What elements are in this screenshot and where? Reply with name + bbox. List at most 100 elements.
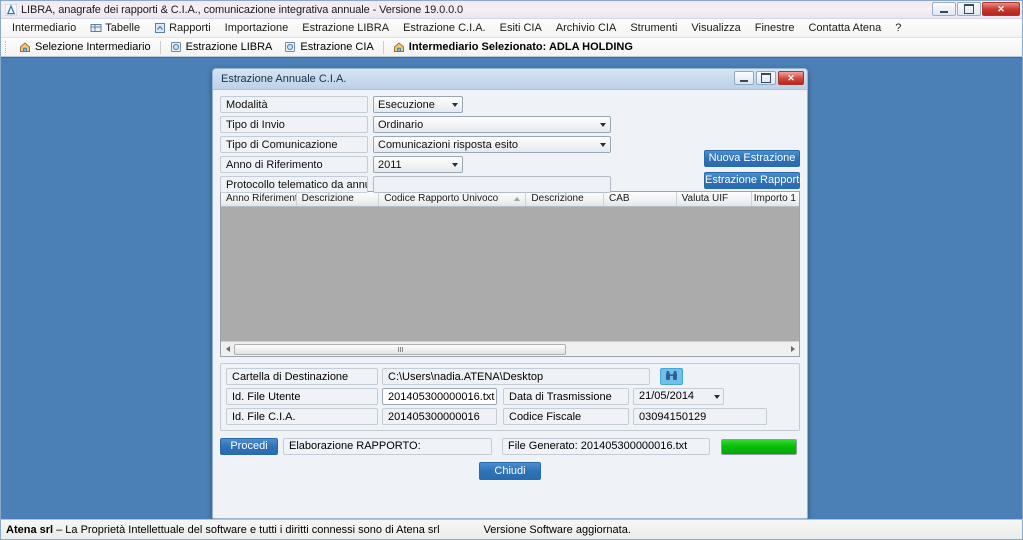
window-titlebar: LIBRA, anagrafe dei rapporti & C.I.A., c…: [1, 1, 1022, 19]
window-controls: ✕: [932, 2, 1020, 16]
menu-label: Intermediario: [12, 22, 77, 34]
chevron-down-icon: [595, 137, 610, 152]
menu-item-finestre[interactable]: Finestre: [748, 20, 802, 36]
toolbar-label: Estrazione CIA: [300, 41, 374, 53]
report-icon: [154, 22, 166, 34]
menu-label: Estrazione LIBRA: [302, 22, 390, 34]
dialog-body: Modalità Esecuzione Tipo di Invio Ordina…: [213, 90, 807, 518]
toolbar-status-intermediario-selezionato[interactable]: Intermediario Selezionato: ADLA HOLDING: [387, 39, 639, 55]
select-tipo-invio-value: Ordinario: [378, 118, 424, 131]
scrollbar-track[interactable]: [234, 343, 786, 356]
table-icon: [90, 22, 102, 34]
house-icon: [19, 41, 31, 53]
menu-label: ?: [895, 22, 902, 34]
dialog-estrazione-annuale-cia: Estrazione Annuale C.I.A. ✕ Modalità Ese…: [212, 68, 808, 519]
sort-ascending-icon: [514, 197, 521, 201]
value-codice-fiscale[interactable]: 03094150129: [633, 408, 767, 425]
toolbar-button-estrazione-libra[interactable]: Estrazione LIBRA: [164, 39, 279, 55]
chevron-down-icon: [595, 117, 610, 132]
label-cartella-destinazione: Cartella di Destinazione: [226, 368, 378, 385]
menu-bar: Intermediario Tabelle Rapporti Importazi…: [1, 19, 1022, 38]
generated-file-text: File Generato: 201405300000016.txt: [502, 438, 710, 455]
select-modalita[interactable]: Esecuzione: [373, 96, 463, 113]
toolbar-grip[interactable]: [5, 41, 9, 53]
procedi-button[interactable]: Procedi: [220, 438, 278, 455]
menu-item-help[interactable]: ?: [888, 20, 908, 36]
grid-horizontal-scrollbar[interactable]: [221, 341, 799, 356]
toolbar-separator: [382, 40, 384, 54]
progress-bar: [721, 438, 797, 455]
menu-item-visualizza[interactable]: Visualizza: [684, 20, 747, 36]
progress-bar-fill: [722, 439, 796, 454]
status-bar: Atena srl – La Proprietà Intellettuale d…: [1, 519, 1022, 539]
menu-item-importazione[interactable]: Importazione: [218, 20, 296, 36]
menu-item-estrazione-cia[interactable]: Estrazione C.I.A.: [396, 20, 493, 36]
select-anno-riferimento-value: 2011: [378, 158, 402, 171]
minimize-button[interactable]: [932, 2, 956, 16]
binoculars-icon: [665, 370, 678, 384]
menu-label: Esiti CIA: [499, 22, 542, 34]
dialog-minimize-button[interactable]: [734, 71, 754, 85]
menu-label: Visualizza: [691, 22, 741, 34]
menu-item-estrazione-libra[interactable]: Estrazione LIBRA: [295, 20, 396, 36]
select-anno-riferimento[interactable]: 2011: [373, 156, 463, 173]
value-id-file-utente[interactable]: 201405300000016.txt: [382, 388, 497, 405]
dialog-window-controls: ✕: [734, 71, 804, 85]
menu-item-contatta-atena[interactable]: Contatta Atena: [801, 20, 888, 36]
input-protocollo-telematico[interactable]: [373, 176, 611, 193]
grid-column-label: Importo 1: [753, 193, 796, 204]
scrollbar-thumb[interactable]: [234, 343, 566, 355]
output-destination-panel: Cartella di Destinazione C:\Users\nadia.…: [220, 363, 800, 431]
menu-item-archivio-cia[interactable]: Archivio CIA: [549, 20, 624, 36]
close-button[interactable]: ✕: [982, 2, 1020, 16]
toolbar-separator: [159, 40, 161, 54]
dialog-maximize-button[interactable]: [756, 71, 776, 85]
disc-icon: [170, 41, 182, 53]
estrazione-rapporti-button[interactable]: Estrazione Rapporti: [704, 172, 802, 189]
toolbar-button-estrazione-cia[interactable]: Estrazione CIA: [278, 39, 379, 55]
form-row-modalita: Modalità Esecuzione: [220, 96, 800, 113]
menu-item-intermediario[interactable]: Intermediario: [5, 20, 83, 36]
menu-item-esiti-cia[interactable]: Esiti CIA: [493, 20, 549, 36]
scroll-left-icon[interactable]: [221, 343, 234, 356]
toolbar-button-selezione-intermediario[interactable]: Selezione Intermediario: [13, 39, 157, 55]
row-id-file-cia: Id. File C.I.A. 201405300000016 Codice F…: [226, 408, 794, 425]
menu-item-strumenti[interactable]: Strumenti: [623, 20, 684, 36]
grid-column-descrizione-1[interactable]: Descrizione: [297, 192, 380, 206]
value-cartella-destinazione[interactable]: C:\Users\nadia.ATENA\Desktop: [382, 368, 650, 385]
value-id-file-cia[interactable]: 201405300000016: [382, 408, 497, 425]
select-tipo-comunicazione[interactable]: Comunicazioni risposta esito: [373, 136, 611, 153]
grid-column-anno-riferimento[interactable]: Anno Riferimento: [221, 192, 297, 206]
grid-column-label: Descrizione: [531, 193, 584, 204]
extraction-parameters-form: Modalità Esecuzione Tipo di Invio Ordina…: [220, 96, 802, 193]
scroll-right-icon[interactable]: [786, 343, 799, 356]
grid-column-importo-1[interactable]: Importo 1: [752, 192, 799, 206]
grid-column-cab[interactable]: CAB: [604, 192, 677, 206]
chiudi-button[interactable]: Chiudi: [479, 462, 541, 480]
select-tipo-invio[interactable]: Ordinario: [373, 116, 611, 133]
grid-body-empty[interactable]: [221, 207, 799, 341]
label-tipo-comunicazione: Tipo di Comunicazione: [220, 136, 368, 153]
window-title: LIBRA, anagrafe dei rapporti & C.I.A., c…: [21, 3, 464, 16]
grid-column-codice-rapporto-univoco[interactable]: Codice Rapporto Univoco: [379, 192, 527, 206]
chevron-down-icon: [714, 389, 720, 404]
select-data-trasmissione[interactable]: 21/05/2014: [633, 388, 724, 405]
dialog-close-button[interactable]: ✕: [778, 71, 804, 85]
toolbar: Selezione Intermediario Estrazione LIBRA: [1, 38, 1022, 57]
label-codice-fiscale: Codice Fiscale: [503, 408, 629, 425]
grid-column-label: CAB: [609, 193, 630, 204]
results-grid: Anno Riferimento Descrizione Codice Rapp…: [220, 191, 800, 357]
maximize-button[interactable]: [957, 2, 981, 16]
label-protocollo-telematico: Protocollo telematico da annullare: [220, 176, 368, 193]
menu-item-rapporti[interactable]: Rapporti: [147, 20, 218, 36]
browse-folder-button[interactable]: [660, 368, 683, 385]
menu-label: Contatta Atena: [808, 22, 882, 34]
menu-item-tabelle[interactable]: Tabelle: [83, 20, 147, 36]
grid-column-descrizione-2[interactable]: Descrizione: [526, 192, 604, 206]
grid-column-label: Descrizione: [301, 193, 354, 204]
close-action-row: Chiudi: [220, 462, 800, 480]
label-tipo-invio: Tipo di Invio: [220, 116, 368, 133]
nuova-estrazione-button[interactable]: Nuova Estrazione: [704, 150, 800, 167]
grid-column-valuta-uif[interactable]: Valuta UIF: [677, 192, 753, 206]
status-company-name: Atena srl: [6, 523, 54, 536]
